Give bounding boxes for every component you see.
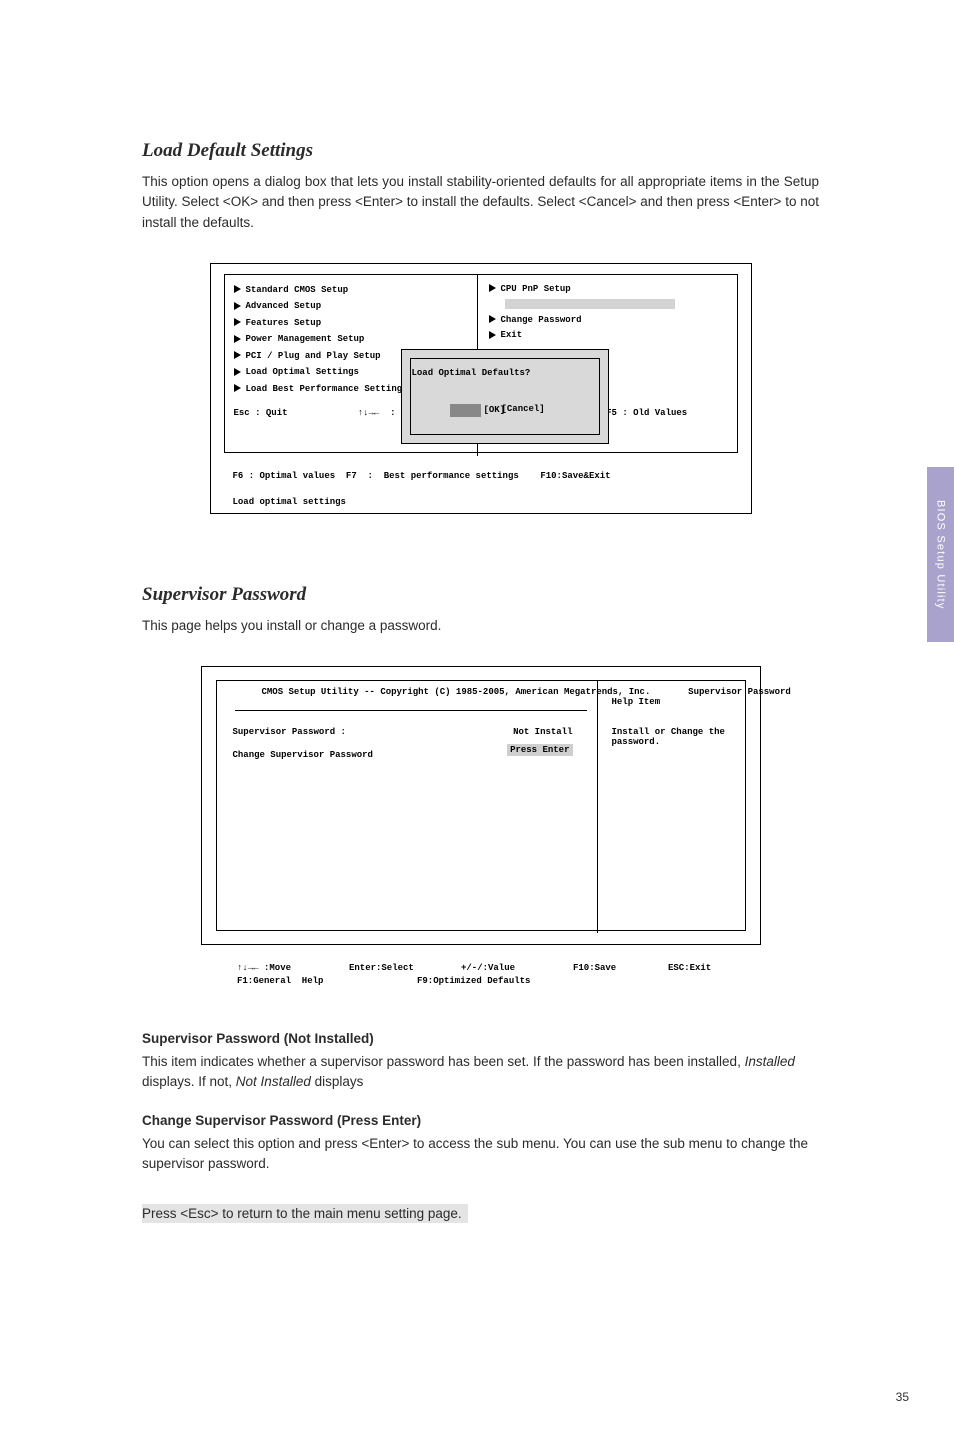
bios2-row-value: Not Install (513, 721, 572, 744)
bios1-left-item: PCI / Plug and Play Setup (246, 351, 381, 361)
bios2-help-header: Help Item (612, 697, 732, 707)
bios1-left-item: Features Setup (246, 318, 322, 328)
legend-item: Enter:Select (349, 963, 461, 973)
bios1-right-item: Change Password (501, 315, 582, 325)
press-enter-highlight: Press Enter (507, 744, 572, 756)
section1-title: Load Default Settings (142, 140, 819, 162)
section2-title: Supervisor Password (142, 584, 819, 606)
sub1-title: Supervisor Password (Not Installed) (142, 1031, 819, 1046)
bios1-left-item: Load Optimal Settings (246, 367, 359, 377)
bios1-footer-row2: Load optimal settings (233, 497, 611, 507)
legend-item: F9:Optimized Defaults (417, 976, 530, 986)
legend-item: ↑↓→← :Move (237, 963, 349, 973)
ok-highlight (450, 404, 481, 417)
dialog-cancel: [Cancel] (502, 404, 545, 414)
bios1-left-item: Standard CMOS Setup (246, 285, 349, 295)
esc-note: Press <Esc> to return to the main menu s… (142, 1204, 468, 1223)
bios1-right-item: CPU PnP Setup (501, 284, 571, 294)
sub1-text: This item indicates whether a supervisor… (142, 1052, 819, 1093)
legend-item: +/-/:Value (461, 963, 573, 973)
section1-body: This option opens a dialog box that lets… (142, 172, 819, 233)
legend-item: F10:Save (573, 963, 668, 973)
bios1-right-item: Exit (501, 330, 523, 340)
bios1-left-item: Power Management Setup (246, 334, 365, 344)
dialog-text: Load Optimal Defaults? (412, 368, 531, 378)
legend-item: ESC:Exit (668, 963, 711, 973)
sub2-text: You can select this option and press <En… (142, 1134, 819, 1175)
page-number: 35 (896, 1390, 909, 1404)
sub2-title: Change Supervisor Password (Press Enter) (142, 1113, 819, 1128)
section2-body: This page helps you install or change a … (142, 616, 819, 636)
load-defaults-dialog: Load Optimal Defaults? [OK] [Cancel] (401, 349, 609, 444)
bios2-row-label: Supervisor Password : (233, 721, 346, 744)
hardware-monitor-highlight (505, 299, 675, 309)
bios2-header: CMOS Setup Utility -- Copyright (C) 1985… (262, 687, 791, 697)
bios1-footer-row1: F6 : Optimal values F7 : Best performanc… (233, 471, 611, 481)
bios-dialog-screenshot-2: CMOS Setup Utility -- Copyright (C) 1985… (201, 666, 761, 945)
bios1-left-item: Advanced Setup (246, 301, 322, 311)
bios-dialog-screenshot-1: Standard CMOS Setup Advanced Setup Featu… (210, 263, 752, 514)
bios2-row-label: Change Supervisor Password (233, 744, 373, 767)
legend-item: F1:General Help (237, 976, 417, 986)
bios2-help-text: Install or Change the password. (612, 727, 732, 747)
bios1-left-item: Load Best Performance Settings (246, 384, 408, 394)
